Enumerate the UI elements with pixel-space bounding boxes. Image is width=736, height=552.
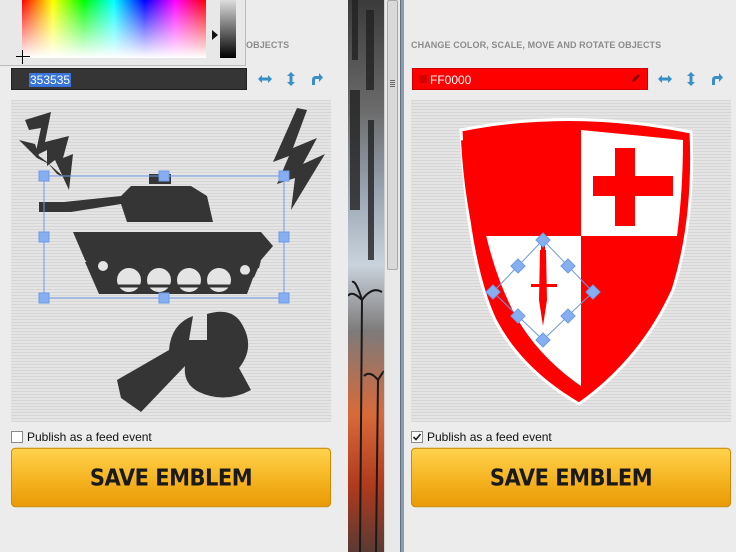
vertical-scrollbar[interactable] [384,0,400,552]
vertical-flip-icon[interactable] [278,69,304,89]
horizontal-flip-icon[interactable] [252,69,278,89]
checkbox-icon [412,433,422,441]
right-editor-panel: CHANGE COLOR, SCALE, MOVE AND ROTATE OBJ… [404,0,736,552]
rotate-icon[interactable] [304,69,330,89]
wrench-icon [117,311,251,412]
tank-icon [39,174,273,294]
color-hex-input[interactable]: FF0000 [412,68,648,90]
scrollbar-thumb[interactable] [387,0,398,270]
pen-icon [632,74,640,82]
rotate-icon[interactable] [704,69,730,89]
section-title: CHANGE COLOR, SCALE, MOVE AND ROTATE OBJ… [411,40,662,50]
color-hex-value[interactable]: 353535 [29,73,72,87]
grip-icon [390,79,395,87]
publish-feed-row[interactable]: Publish as a feed event [11,430,152,444]
color-picker-popup[interactable] [0,0,246,66]
publish-checkbox[interactable] [11,431,23,443]
background-image-strip [348,0,384,552]
publish-label: Publish as a feed event [27,430,152,444]
shield-icon [459,118,694,406]
emblem-canvas[interactable] [411,100,731,422]
luminance-slider[interactable] [220,0,236,58]
color-hex-value[interactable]: FF0000 [430,73,471,87]
transform-toolbar [652,69,730,89]
section-title: OBJECTS [246,40,290,50]
horizontal-flip-icon[interactable] [652,69,678,89]
vertical-flip-icon[interactable] [678,69,704,89]
transform-toolbar [252,69,330,89]
publish-label: Publish as a feed event [427,430,552,444]
crosshair-icon [16,50,30,64]
emblem-canvas[interactable] [11,100,331,422]
save-emblem-button[interactable]: SAVE EMBLEM [11,447,331,508]
emblem-editor-screen: OBJECTS 353535 Publish as a feed event S… [0,0,736,552]
left-editor-panel: OBJECTS 353535 Publish as a feed event S… [0,0,348,552]
slider-arrow-icon[interactable] [212,30,218,40]
publish-feed-row[interactable]: Publish as a feed event [411,430,552,444]
color-hex-input[interactable]: 353535 [11,68,247,90]
color-swatch [419,75,427,83]
hue-saturation-field[interactable] [22,0,206,58]
publish-checkbox[interactable] [411,431,423,443]
save-emblem-button[interactable]: SAVE EMBLEM [411,447,731,508]
lightning-bolt-icon [273,108,325,210]
